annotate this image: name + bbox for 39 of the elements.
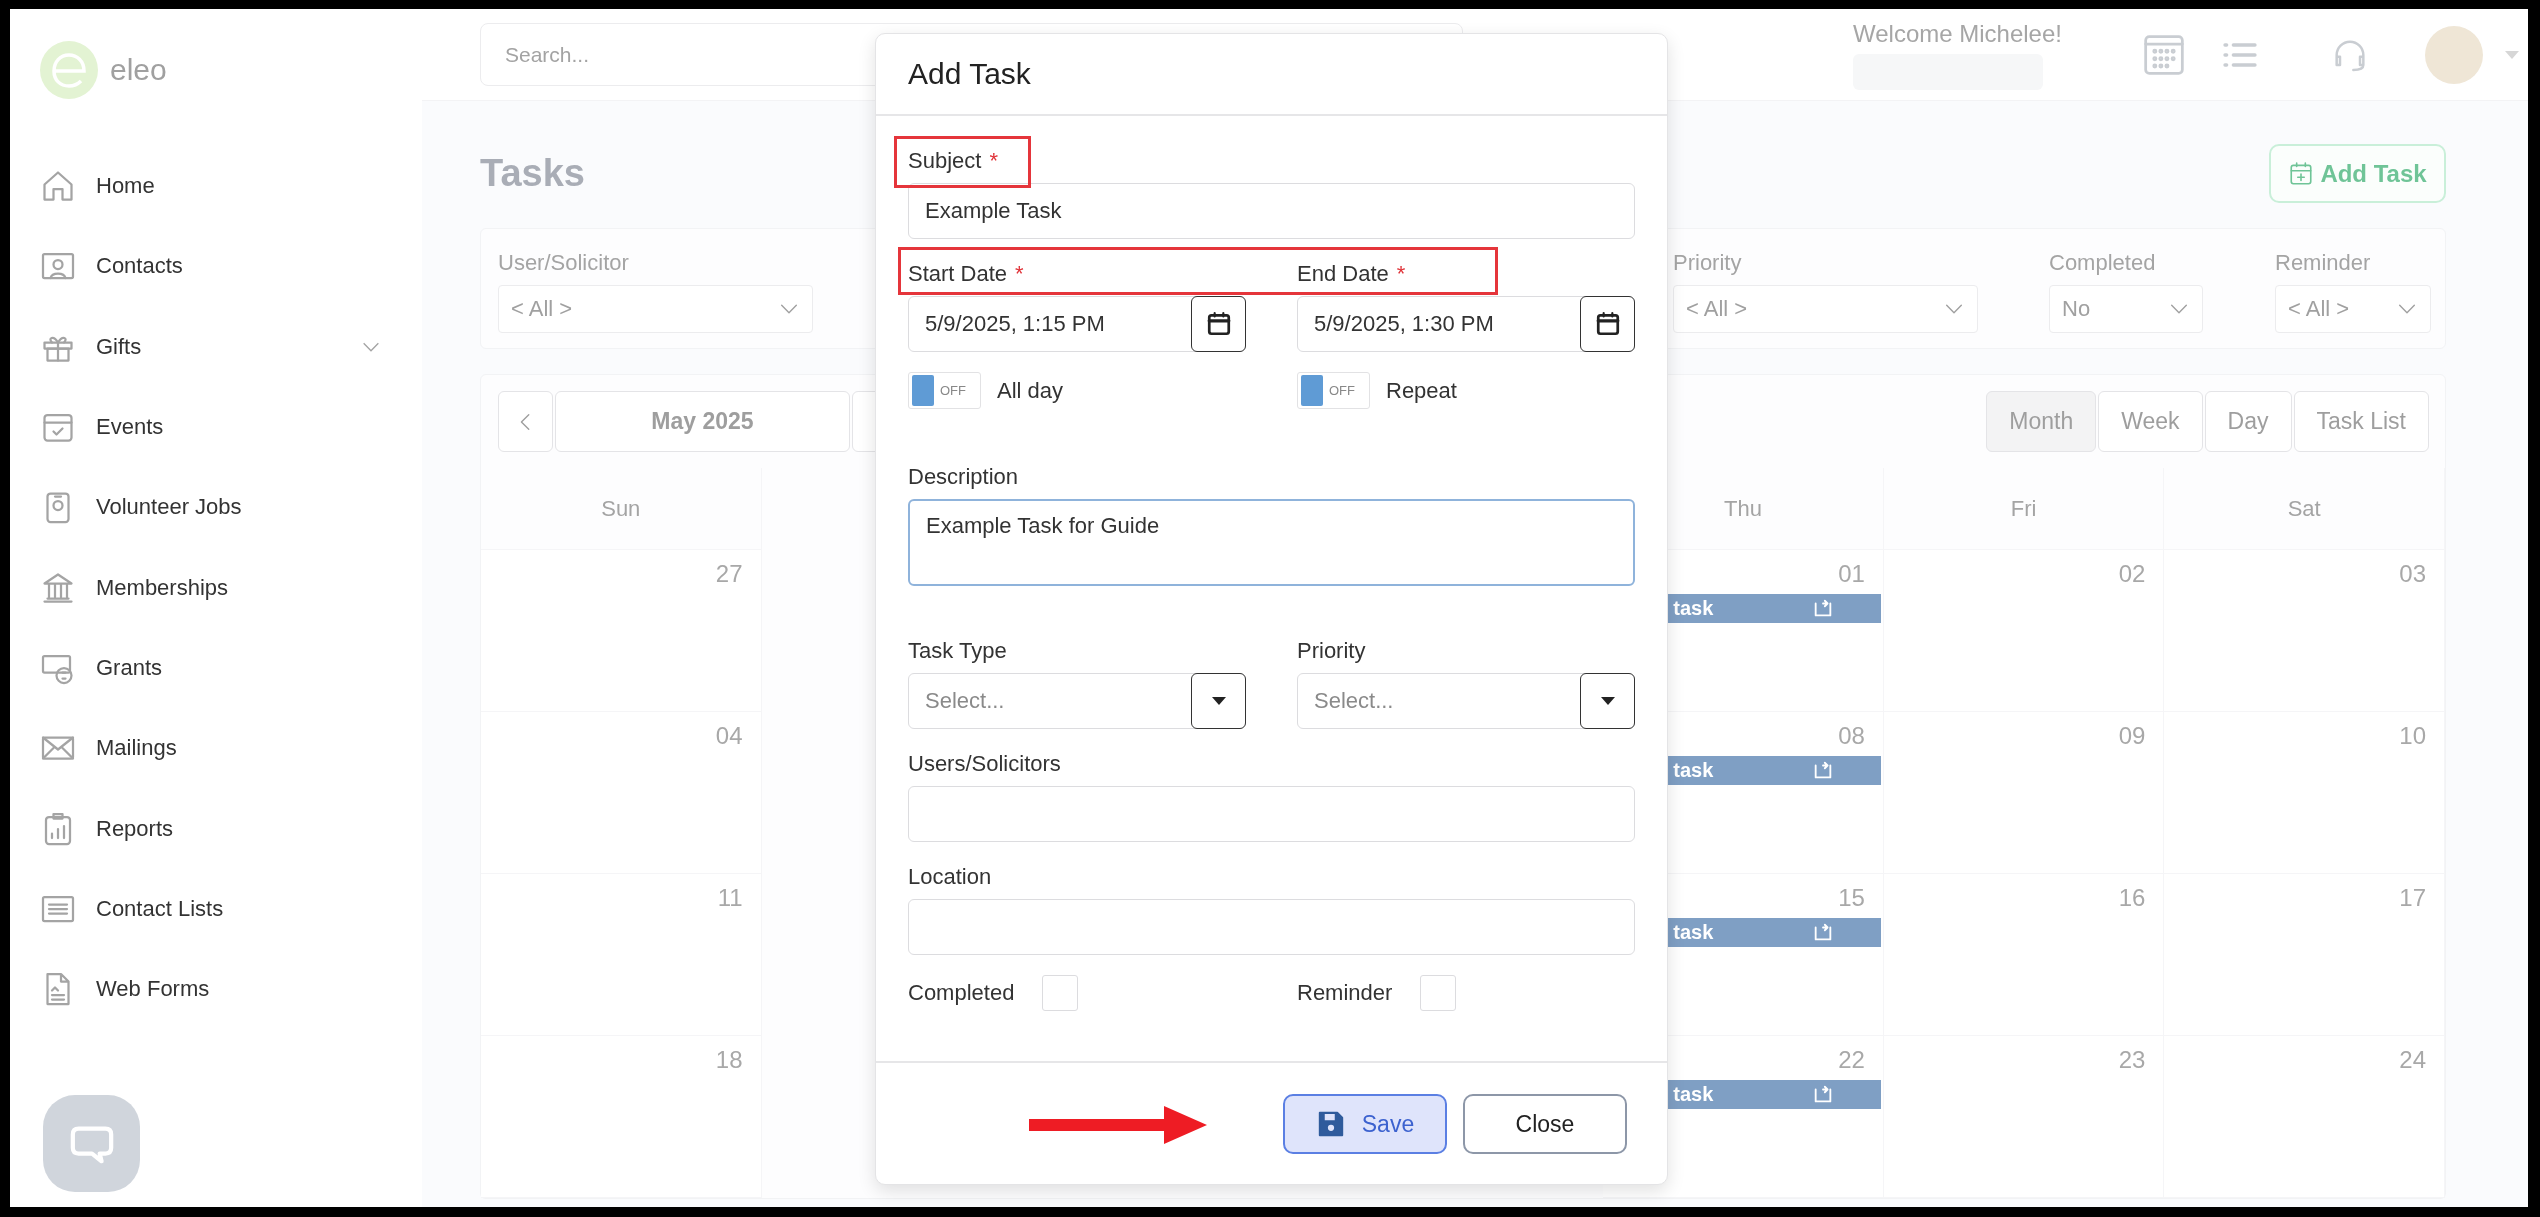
date-number: 04 [715,721,744,750]
date-number: 27 [715,559,744,588]
checkbox-label: Completed [908,980,1015,1006]
page-title: Tasks [480,152,585,195]
filter-label: Reminder [2275,249,2372,277]
field-label: Start Date [908,261,1008,287]
date-number: 16 [2118,883,2147,912]
date-number: 03 [2399,559,2427,588]
field-label: Location [908,864,992,890]
field-label: End Date [1297,261,1389,287]
dialog-title: Add Task [908,57,1031,91]
welcome-text: Welcome Michelee! [1853,19,2062,48]
field-label: Users/Solicitors [908,751,1061,777]
filter-label: Completed [2049,249,2157,277]
required-mark: * [1396,261,1406,287]
field-label: Task Type [908,638,1007,664]
date-number: 02 [2118,559,2147,588]
toggle-label: Repeat [1386,377,1457,404]
date-number: 18 [715,1045,744,1074]
date-number: 01 [1838,559,1866,588]
field-label: Subject [908,148,982,174]
checkbox-label: Reminder [1297,980,1393,1006]
required-mark: * [1015,261,1024,287]
filter-label: User/Solicitor [498,249,630,277]
field-label: Priority [1297,638,1366,664]
required-mark: * [989,148,998,174]
date-number: 17 [2399,883,2427,912]
date-number: 22 [1838,1045,1866,1074]
date-number: 08 [1838,721,1866,750]
date-number: 09 [2118,721,2147,750]
logo-text: eleo [110,53,167,87]
date-number: 15 [1838,883,1866,912]
filter-label: Priority [1673,249,1743,277]
toggle-label: All day [997,377,1064,404]
field-label: Description [908,464,1019,490]
date-number: 24 [2399,1045,2427,1074]
date-number: 23 [2118,1045,2147,1074]
date-number: 11 [717,883,744,912]
date-number: 10 [2399,721,2427,750]
